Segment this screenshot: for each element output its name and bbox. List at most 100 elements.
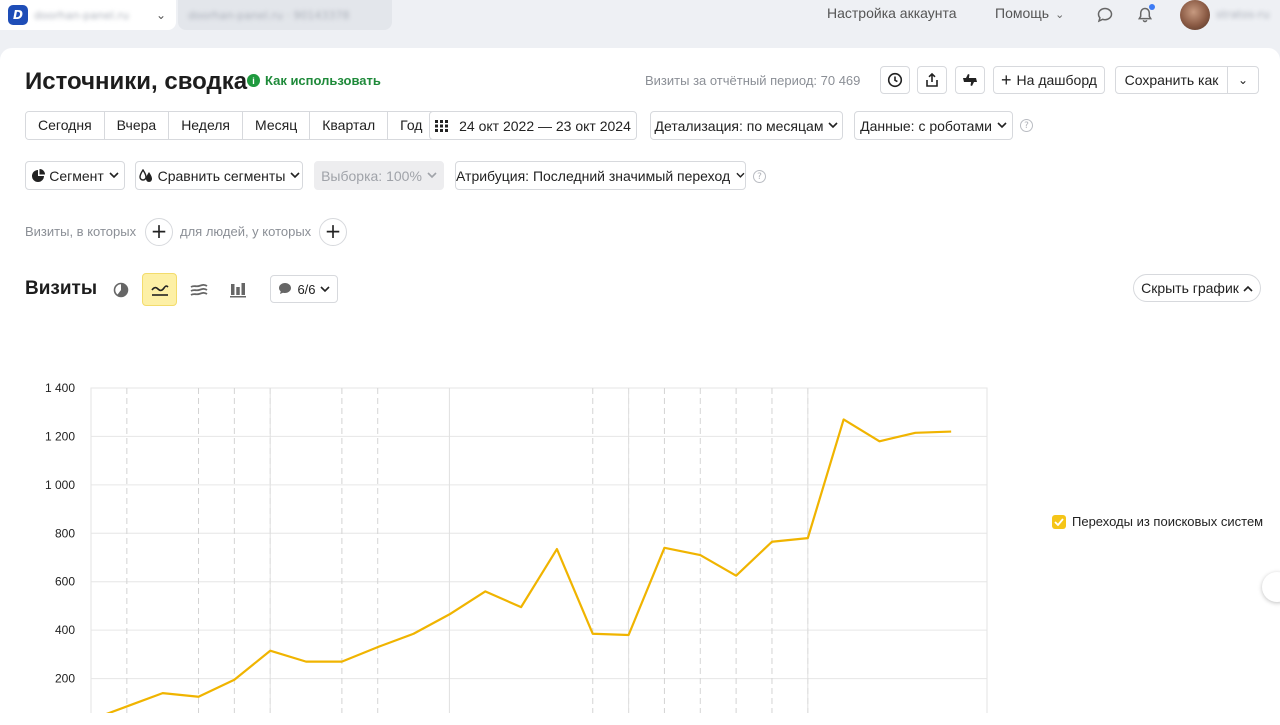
chevron-down-icon: [427, 172, 437, 179]
chevron-down-icon: [736, 172, 745, 178]
help-label: Помощь: [995, 5, 1050, 21]
history-button[interactable]: [880, 66, 910, 94]
notes-filter-dropdown[interactable]: 6/6: [270, 275, 338, 303]
counter-name: doorhan-panel.ru · 90143378: [188, 8, 350, 22]
chat-icon[interactable]: [1094, 4, 1116, 26]
site-name: doorhan-panel.ru: [34, 8, 129, 22]
detail-label: Детализация: по месяцам: [654, 117, 824, 134]
calendar-icon: [435, 119, 449, 132]
visits-period-total: Визиты за отчётный период: 70 469: [645, 73, 861, 88]
pie-icon: [32, 168, 46, 182]
report-feedback-button[interactable]: [955, 66, 985, 94]
top-bar: D doorhan-panel.ru ⌄ doorhan-panel.ru · …: [0, 0, 1280, 44]
pie-chart-icon: [113, 282, 128, 297]
attribution-dropdown[interactable]: Атрибуция: Последний значимый переход: [455, 161, 746, 190]
page-title: Источники, сводка: [25, 68, 248, 95]
chart-section-title: Визиты: [25, 278, 98, 299]
period-year[interactable]: Год: [388, 112, 435, 139]
segment-label: Сегмент: [49, 167, 104, 184]
add-to-dashboard-label: На дашборд: [1016, 72, 1097, 88]
avatar[interactable]: [1180, 0, 1210, 30]
y-tick-label: 400: [55, 623, 75, 637]
chevron-down-icon: [828, 122, 839, 129]
area-view-button[interactable]: [181, 273, 216, 306]
help-menu[interactable]: Помощь ⌄: [995, 5, 1064, 21]
period-today[interactable]: Сегодня: [26, 112, 105, 139]
bar-chart-icon: [229, 282, 246, 297]
date-range-picker[interactable]: 24 окт 2022 — 23 окт 2024: [429, 111, 637, 140]
notification-dot: [1149, 4, 1155, 10]
metrika-logo: D: [8, 5, 28, 25]
stacked-area-icon: [190, 283, 207, 296]
site-selector[interactable]: D doorhan-panel.ru ⌄: [0, 0, 176, 30]
legend-label: Переходы из поисковых систем: [1072, 514, 1264, 529]
save-as-button[interactable]: Сохранить как: [1115, 66, 1228, 94]
period-quarter[interactable]: Квартал: [310, 112, 389, 139]
y-tick-label: 1 400: [45, 381, 75, 395]
drops-icon: [138, 168, 152, 182]
comment-icon: [279, 283, 292, 294]
y-tick-label: 1 000: [45, 478, 75, 492]
how-to-use-label: Как использовать: [265, 73, 381, 88]
chevron-up-icon: [1243, 285, 1253, 292]
assistant-widget[interactable]: [1262, 572, 1280, 602]
pie-view-button[interactable]: [103, 273, 138, 306]
series-line: [105, 418, 952, 713]
period-selector: Сегодня Вчера Неделя Месяц Квартал Год: [25, 111, 436, 140]
help-icon[interactable]: ?: [1020, 119, 1033, 132]
y-tick-label: 800: [55, 526, 75, 540]
save-as-dropdown[interactable]: ⌄: [1227, 66, 1259, 94]
line-view-button[interactable]: [142, 273, 177, 306]
sample-dropdown[interactable]: Выборка: 100%: [314, 161, 444, 190]
chart-legend: Переходы из поисковых систем: [1052, 514, 1263, 529]
data-mode-dropdown[interactable]: Данные: с роботами: [854, 111, 1013, 140]
add-visit-filter-button[interactable]: +: [145, 218, 173, 246]
visits-filter-label: Визиты, в которых: [25, 224, 137, 239]
hide-chart-label: Скрыть график: [1141, 280, 1239, 296]
bell-icon[interactable]: [1134, 4, 1156, 26]
report-panel: Источники, сводка i Как использовать Виз…: [0, 48, 1280, 725]
data-mode-label: Данные: с роботами: [860, 117, 992, 134]
compare-segments-button[interactable]: Сравнить сегменты: [135, 161, 303, 190]
detail-dropdown[interactable]: Детализация: по месяцам: [650, 111, 843, 140]
chevron-down-icon: ⌄: [155, 8, 166, 22]
chevron-down-icon: ⌄: [1055, 9, 1065, 21]
thumbs-icon: [963, 74, 977, 86]
clock-icon: [887, 72, 903, 88]
visits-line-chart: 02004006008001 0001 2001 400Окт 22Мар 23…: [45, 381, 988, 713]
export-button[interactable]: [917, 66, 947, 94]
how-to-use-link[interactable]: i Как использовать: [247, 73, 381, 88]
period-yesterday[interactable]: Вчера: [104, 112, 170, 139]
date-range-label: 24 окт 2022 — 23 окт 2024: [459, 117, 631, 134]
sample-label: Выборка: 100%: [321, 167, 422, 184]
add-people-filter-button[interactable]: +: [319, 218, 347, 246]
attribution-label: Атрибуция: Последний значимый переход: [456, 167, 731, 184]
user-login: stratos-ru: [1216, 8, 1270, 21]
check-icon: [1054, 517, 1064, 526]
plus-icon: +: [1001, 69, 1012, 90]
chevron-down-icon: [319, 285, 330, 292]
add-to-dashboard-button[interactable]: + На дашборд: [993, 66, 1105, 94]
counter-tab[interactable]: doorhan-panel.ru · 90143378: [178, 0, 392, 30]
chevron-down-icon: [109, 172, 119, 179]
chevron-down-icon: [997, 122, 1007, 129]
hide-chart-button[interactable]: Скрыть график: [1133, 274, 1261, 302]
legend-checkbox[interactable]: [1052, 514, 1066, 529]
chevron-down-icon: [290, 172, 300, 179]
chevron-down-icon: ⌄: [1237, 73, 1249, 87]
info-icon: i: [247, 74, 260, 87]
help-icon[interactable]: ?: [753, 170, 766, 183]
bar-view-button[interactable]: [220, 273, 255, 306]
notes-count: 6/6: [297, 281, 316, 297]
period-month[interactable]: Месяц: [243, 112, 311, 139]
line-chart-icon: [150, 284, 169, 296]
segment-button[interactable]: Сегмент: [25, 161, 125, 190]
people-filter-label: для людей, у которых: [180, 224, 312, 239]
compare-segments-label: Сравнить сегменты: [157, 167, 286, 184]
share-icon: [926, 72, 938, 87]
account-settings-link[interactable]: Настройка аккаунта: [827, 5, 957, 21]
y-tick-label: 600: [55, 575, 75, 589]
period-week[interactable]: Неделя: [169, 112, 244, 139]
y-tick-label: 1 200: [45, 429, 75, 443]
y-tick-label: 200: [55, 672, 75, 686]
